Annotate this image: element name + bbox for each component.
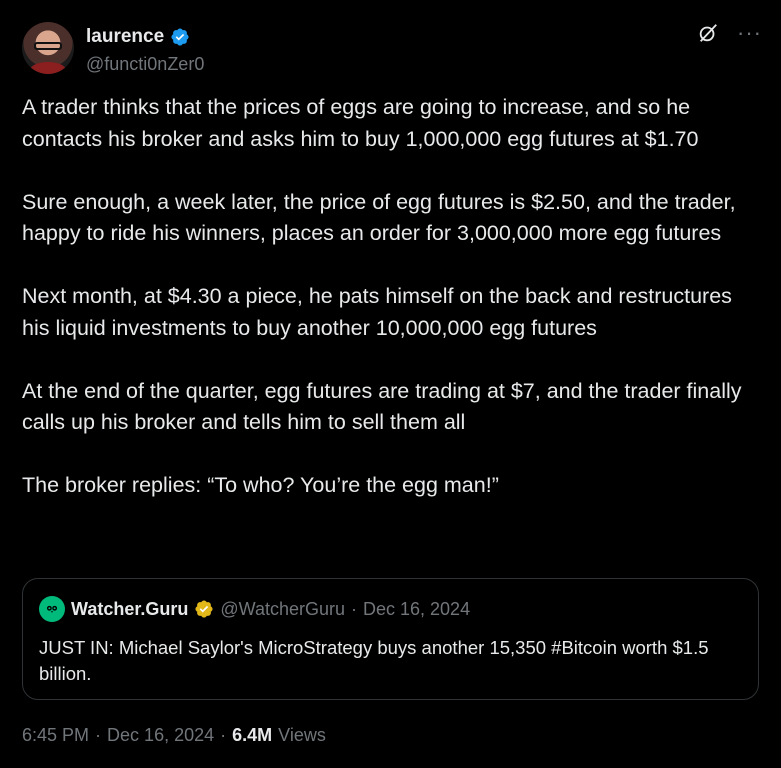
quoted-separator: ·	[351, 598, 357, 619]
tweet-header: laurence @functi0nZer0 ···	[22, 22, 762, 78]
quoted-tweet[interactable]: Watcher.Guru @WatcherGuru · Dec 16, 2024…	[22, 578, 759, 700]
tweet-meta: 6:45 PM · Dec 16, 2024 · 6.4M Views	[22, 725, 326, 746]
tweet-date[interactable]: Dec 16, 2024	[107, 725, 214, 746]
quoted-tweet-header: Watcher.Guru @WatcherGuru · Dec 16, 2024	[39, 596, 742, 622]
author-name-row: laurence	[86, 26, 190, 48]
owl-icon	[46, 605, 58, 613]
quoted-tweet-text: JUST IN: Michael Saylor's MicroStrategy …	[39, 637, 709, 684]
avatar-shirt	[30, 62, 66, 74]
tweet-paragraph: The broker replies: “To who? You’re the …	[22, 473, 499, 497]
tweet-paragraph: Sure enough, a week later, the price of …	[22, 189, 736, 246]
quoted-handle[interactable]: @WatcherGuru	[220, 599, 345, 620]
meta-separator: ·	[95, 725, 102, 745]
tweet-paragraph: At the end of the quarter, egg futures a…	[22, 378, 742, 435]
author-avatar[interactable]	[22, 22, 74, 74]
quoted-display-name[interactable]: Watcher.Guru	[71, 599, 188, 620]
views-label: Views	[278, 725, 326, 745]
author-display-name[interactable]: laurence	[86, 26, 164, 48]
tweet-text: A trader thinks that the prices of eggs …	[22, 92, 762, 502]
tweet-paragraph: A trader thinks that the prices of eggs …	[22, 95, 699, 151]
grok-icon[interactable]	[697, 22, 719, 44]
views-count[interactable]: 6.4M	[232, 725, 272, 746]
watcher-guru-logo-icon[interactable]	[39, 596, 65, 622]
top-actions: ···	[697, 22, 762, 44]
gold-verified-badge-icon	[195, 600, 213, 618]
verified-badge-icon	[171, 28, 189, 46]
tweet-paragraph: Next month, at $4.30 a piece, he pats hi…	[22, 284, 732, 340]
avatar-glasses	[34, 42, 62, 50]
quoted-date[interactable]: Dec 16, 2024	[363, 599, 470, 620]
tweet-time[interactable]: 6:45 PM	[22, 725, 89, 746]
meta-separator: ·	[220, 725, 227, 745]
author-handle[interactable]: @functi0nZer0	[86, 54, 204, 75]
more-options-icon[interactable]: ···	[737, 22, 762, 44]
